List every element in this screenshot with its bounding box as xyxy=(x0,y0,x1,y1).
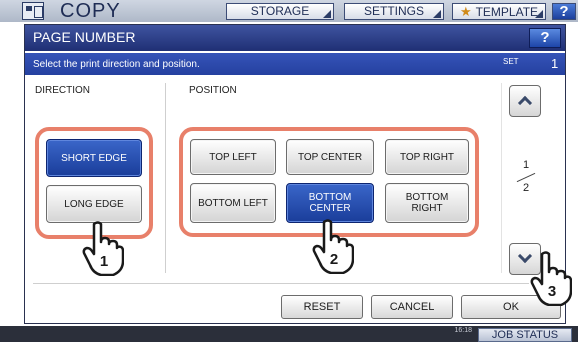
bottom-center-button[interactable]: BOTTOM CENTER xyxy=(286,183,374,223)
cancel-button[interactable]: CANCEL xyxy=(371,295,453,319)
dialog-header: PAGE NUMBER ? xyxy=(25,25,565,51)
instruction-text: Select the print direction and position. xyxy=(33,59,200,70)
dialog-title: PAGE NUMBER xyxy=(33,29,136,45)
app-title: COPY xyxy=(60,0,121,22)
job-status-button[interactable]: JOB STATUS xyxy=(478,328,572,342)
page-total: 2 xyxy=(522,182,530,194)
app-help-button[interactable]: ? xyxy=(552,3,576,20)
callout-1: 1 xyxy=(100,253,108,270)
tab-template-label: TEMPLATE xyxy=(475,5,539,19)
tab-settings[interactable]: SETTINGS xyxy=(344,3,444,20)
page-current: 1 xyxy=(522,159,530,171)
page-number-dialog: PAGE NUMBER ? Select the print direction… xyxy=(24,24,566,324)
hand-pointer-icon: 1 xyxy=(82,221,124,276)
scroll-up-button[interactable] xyxy=(509,85,541,117)
clock-time: 16:18 xyxy=(454,327,472,334)
chevron-up-icon xyxy=(517,95,533,111)
dialog-help-button[interactable]: ? xyxy=(529,28,561,48)
reset-button[interactable]: RESET xyxy=(281,295,363,319)
column-divider xyxy=(165,83,166,273)
top-bar: COPY STORAGE SETTINGS ★ TEMPLATE ? xyxy=(0,0,578,22)
tab-storage[interactable]: STORAGE xyxy=(226,3,334,20)
copy-app-icon xyxy=(22,2,44,20)
top-right-button[interactable]: TOP RIGHT xyxy=(385,139,469,175)
bottom-divider xyxy=(33,283,529,284)
tab-settings-label: SETTINGS xyxy=(363,4,424,18)
long-edge-button[interactable]: LONG EDGE xyxy=(46,185,142,223)
set-value: 1 xyxy=(551,56,559,71)
callout-3: 3 xyxy=(548,283,556,300)
position-label: POSITION xyxy=(189,85,237,96)
bottom-left-button[interactable]: BOTTOM LEFT xyxy=(190,183,276,223)
message-bar: Select the print direction and position.… xyxy=(25,53,565,75)
tab-storage-label: STORAGE xyxy=(250,4,310,18)
bottom-right-button[interactable]: BOTTOM RIGHT xyxy=(385,183,469,223)
star-icon: ★ xyxy=(459,4,472,19)
page-indicator: 1 2 xyxy=(513,159,539,194)
page-slash xyxy=(516,172,536,183)
hand-pointer-icon: 2 xyxy=(312,219,354,274)
scroll-divider xyxy=(501,83,502,273)
short-edge-button[interactable]: SHORT EDGE xyxy=(46,139,142,177)
set-label: SET xyxy=(503,57,519,66)
tab-corner-icon xyxy=(433,10,441,18)
tab-template[interactable]: ★ TEMPLATE xyxy=(452,3,546,20)
hand-pointer-icon: 3 xyxy=(530,251,572,306)
direction-label: DIRECTION xyxy=(35,85,90,96)
callout-2: 2 xyxy=(330,251,338,268)
top-center-button[interactable]: TOP CENTER xyxy=(286,139,374,175)
top-left-button[interactable]: TOP LEFT xyxy=(190,139,276,175)
tab-corner-icon xyxy=(323,10,331,18)
